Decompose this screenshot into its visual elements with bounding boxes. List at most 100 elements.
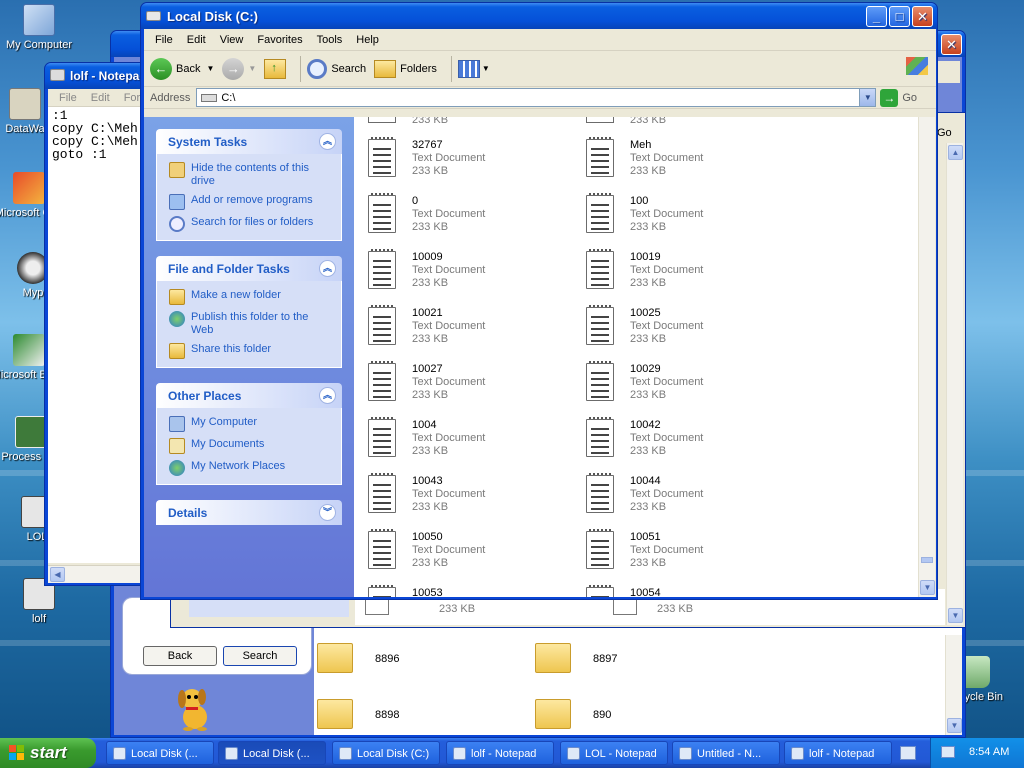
folder-item[interactable]: 8897 bbox=[535, 643, 617, 673]
back-button[interactable]: ← Back ▼ bbox=[150, 57, 214, 80]
file-item[interactable]: 10027 Text Document 233 KB bbox=[368, 361, 578, 419]
menu-file[interactable]: File bbox=[52, 92, 84, 104]
file-item[interactable]: 10044 Text Document 233 KB bbox=[586, 473, 796, 531]
chevron-down-icon[interactable]: ▼ bbox=[206, 64, 214, 73]
file-item[interactable]: 10043 Text Document 233 KB bbox=[368, 473, 578, 531]
file-item[interactable]: 100 Text Document 233 KB bbox=[586, 193, 796, 251]
taskbar-button[interactable]: Local Disk (... bbox=[218, 741, 326, 765]
taskbar-button[interactable]: Local Disk (C:) bbox=[332, 741, 440, 765]
scroll-left-icon[interactable]: ◀ bbox=[50, 567, 65, 582]
file-item[interactable]: 32767 Text Document 233 KB bbox=[368, 137, 578, 195]
title-bar[interactable]: Local Disk (C:) _ □ ✕ bbox=[141, 3, 937, 29]
vertical-scrollbar[interactable]: ▲ ▼ bbox=[946, 143, 963, 625]
taskbar-button[interactable]: LOL - Notepad bbox=[560, 741, 668, 765]
chevron-down-icon[interactable]: ▼ bbox=[482, 64, 490, 73]
minimize-icon[interactable]: _ bbox=[866, 6, 887, 27]
my-documents-link[interactable]: My Documents bbox=[169, 438, 333, 454]
file-item[interactable]: 10009 Text Document 233 KB bbox=[368, 249, 578, 307]
menu-favorites[interactable]: Favorites bbox=[250, 34, 309, 46]
file-item[interactable]: 10050 Text Document 233 KB bbox=[368, 529, 578, 587]
scroll-down-icon[interactable]: ▼ bbox=[948, 608, 963, 623]
up-folder-button[interactable]: ↑ bbox=[264, 58, 287, 79]
window-explorer-local-disk[interactable]: Local Disk (C:) _ □ ✕ File Edit View Fav… bbox=[140, 2, 938, 600]
menu-view[interactable]: View bbox=[213, 34, 251, 46]
taskbar-button[interactable]: lolf - Notepad bbox=[446, 741, 554, 765]
views-button[interactable]: ▼ bbox=[457, 59, 490, 78]
my-computer-link[interactable]: My Computer bbox=[169, 416, 333, 432]
menu-tools[interactable]: Tools bbox=[310, 34, 350, 46]
search-files-link[interactable]: Search for files or folders bbox=[169, 216, 333, 232]
file-item[interactable]: 10019 Text Document 233 KB bbox=[586, 249, 796, 307]
notepad-text-area[interactable]: :1 copy C:\Meh copy C:\Meh goto :1 bbox=[48, 107, 154, 563]
folder-item[interactable]: 8896 bbox=[317, 643, 399, 673]
folder-item[interactable]: 8898 bbox=[317, 699, 399, 729]
search-dog-icon[interactable] bbox=[170, 685, 220, 731]
file-item[interactable]: 0 Text Document 233 KB bbox=[368, 193, 578, 251]
menu-edit[interactable]: Edit bbox=[180, 34, 213, 46]
scroll-thumb[interactable] bbox=[921, 557, 933, 563]
menu-edit[interactable]: Edit bbox=[84, 92, 117, 104]
file-folder-tasks-header[interactable]: File and Folder Tasks ︽ bbox=[156, 256, 342, 281]
file-item[interactable]: 10025 Text Document 233 KB bbox=[586, 305, 796, 363]
clock[interactable]: 8:54 AM bbox=[969, 746, 1009, 758]
go-label[interactable]: Go bbox=[935, 113, 965, 141]
make-new-folder-link[interactable]: Make a new folder bbox=[169, 289, 333, 305]
other-places-header[interactable]: Other Places ︽ bbox=[156, 383, 342, 408]
taskbar-button[interactable]: Untitled - N... bbox=[672, 741, 780, 765]
forward-arrow-icon: → bbox=[222, 57, 245, 80]
menu-file[interactable]: File bbox=[148, 34, 180, 46]
address-input[interactable]: C:\ ▼ bbox=[196, 88, 877, 107]
my-network-places-link[interactable]: My Network Places bbox=[169, 460, 333, 476]
go-button[interactable]: → Go bbox=[880, 88, 917, 107]
system-tasks-header[interactable]: System Tasks ︽ bbox=[156, 129, 342, 154]
chevron-down-icon[interactable]: ▼ bbox=[248, 64, 256, 73]
title-bar[interactable]: lolf - Notepad bbox=[45, 63, 155, 89]
folder-name: 8897 bbox=[593, 653, 618, 665]
chevron-down-icon[interactable]: ▼ bbox=[859, 89, 876, 106]
share-folder-link[interactable]: Share this folder bbox=[169, 343, 333, 359]
maximize-icon[interactable]: □ bbox=[889, 6, 910, 27]
tray-network-icon[interactable] bbox=[941, 746, 955, 758]
collapse-icon[interactable]: ︽ bbox=[319, 387, 336, 404]
hide-drive-contents-link[interactable]: Hide the contents of this drive bbox=[169, 162, 333, 188]
folder-window-icon bbox=[113, 747, 126, 760]
file-item[interactable]: 10054 bbox=[586, 585, 796, 597]
text-document-icon bbox=[368, 529, 396, 569]
close-icon[interactable]: ✕ bbox=[941, 34, 962, 55]
taskbar-button[interactable]: lolf - Notepad bbox=[784, 741, 892, 765]
scroll-up-icon[interactable]: ▲ bbox=[948, 145, 963, 160]
vertical-scrollbar[interactable]: ▼ bbox=[918, 117, 935, 597]
start-button[interactable]: start bbox=[0, 738, 96, 768]
file-item[interactable]: Meh Text Document 233 KB bbox=[586, 137, 796, 195]
desktop-icon-my-computer[interactable]: My Computer bbox=[0, 4, 78, 51]
file-item[interactable]: 1004 Text Document 233 KB bbox=[368, 417, 578, 475]
vertical-scrollbar[interactable]: ▼ bbox=[945, 635, 962, 735]
collapse-icon[interactable]: ︽ bbox=[319, 133, 336, 150]
scroll-down-icon[interactable]: ▼ bbox=[947, 718, 962, 733]
file-item[interactable]: 10029 Text Document 233 KB bbox=[586, 361, 796, 419]
add-remove-programs-link[interactable]: Add or remove programs bbox=[169, 194, 333, 210]
menu-help[interactable]: Help bbox=[349, 34, 386, 46]
forward-button[interactable]: → ▼ bbox=[222, 57, 256, 80]
collapse-icon[interactable]: ︽ bbox=[319, 260, 336, 277]
file-item[interactable]: 10021 Text Document 233 KB bbox=[368, 305, 578, 363]
file-item[interactable]: 10053 bbox=[368, 585, 578, 597]
file-item[interactable]: 10042 Text Document 233 KB bbox=[586, 417, 796, 475]
folder-item[interactable]: 890 bbox=[535, 699, 611, 729]
keyboard-icon[interactable] bbox=[900, 746, 916, 760]
scroll-down-icon[interactable]: ▼ bbox=[920, 580, 935, 595]
close-icon[interactable]: ✕ bbox=[912, 6, 933, 27]
file-type: Text Document bbox=[412, 432, 486, 444]
file-name: Meh bbox=[630, 139, 652, 151]
expand-icon[interactable]: ︾ bbox=[319, 504, 336, 521]
taskbar-button[interactable]: Local Disk (... bbox=[106, 741, 214, 765]
publish-folder-link[interactable]: Publish this folder to the Web bbox=[169, 311, 333, 337]
details-header[interactable]: Details ︾ bbox=[156, 500, 342, 525]
search-button[interactable]: Search bbox=[223, 646, 297, 666]
file-item[interactable]: 10051 Text Document 233 KB bbox=[586, 529, 796, 587]
folders-button[interactable]: Folders bbox=[374, 59, 437, 78]
back-button[interactable]: Back bbox=[143, 646, 217, 666]
horizontal-scrollbar[interactable]: ◀ bbox=[48, 565, 154, 583]
search-button[interactable]: Search bbox=[307, 58, 366, 79]
text-document-icon bbox=[368, 117, 396, 123]
